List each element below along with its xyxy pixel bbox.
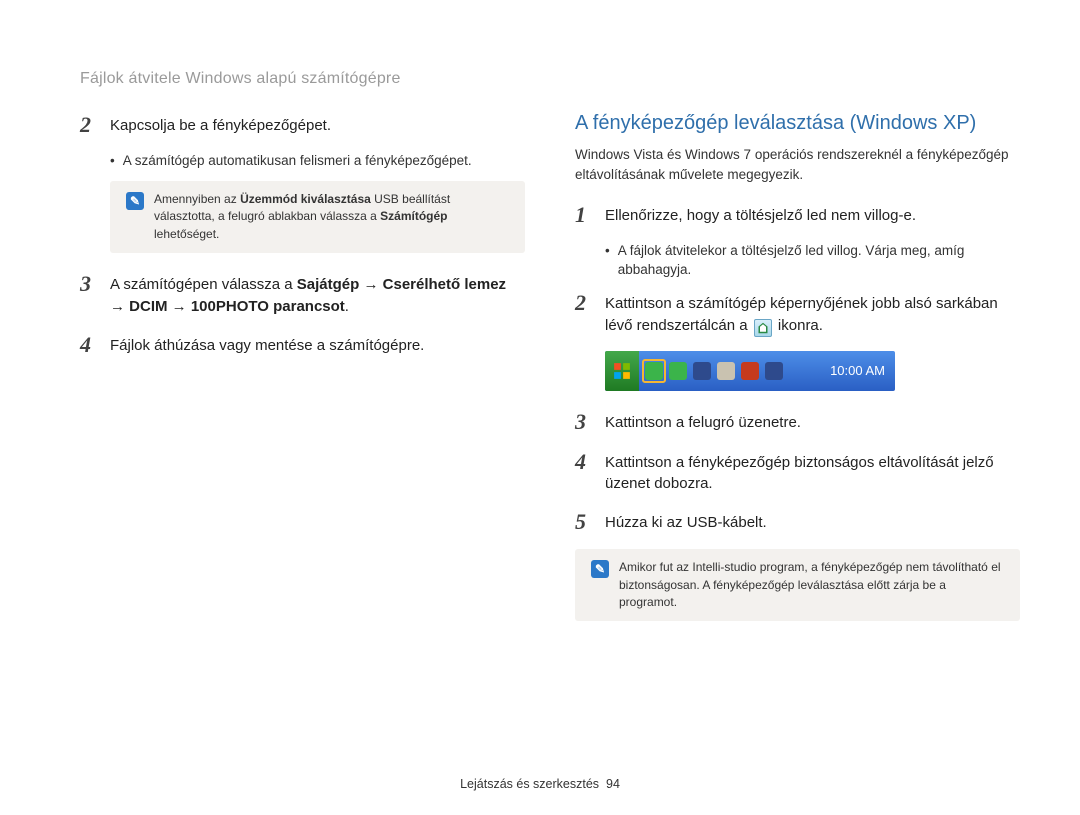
step-text: A számítógépen válassza a Sajátgép → Cse… xyxy=(110,271,525,318)
step-number: 3 xyxy=(80,271,102,318)
note-intelli-studio: ✎ Amikor fut az Intelli-studio program, … xyxy=(575,549,1020,621)
tray-icon xyxy=(765,362,783,380)
step-number: 4 xyxy=(575,449,597,496)
step-number: 2 xyxy=(575,290,597,337)
section-subtext: Windows Vista és Windows 7 operációs ren… xyxy=(575,145,1020,184)
left-column: 2 Kapcsolja be a fényképezőgépet. A szám… xyxy=(80,112,525,639)
left-step2-bullet: A számítógép automatikusan felismeri a f… xyxy=(110,152,525,171)
step-number: 4 xyxy=(80,332,102,358)
tray-icon xyxy=(717,362,735,380)
tray-icon xyxy=(669,362,687,380)
step-text: Kapcsolja be a fényképezőgépet. xyxy=(110,112,331,138)
step-text: Kattintson a fényképezőgép biztonságos e… xyxy=(605,449,1020,496)
tray-icon xyxy=(741,362,759,380)
right-step-2: 2 Kattintson a számítógép képernyőjének … xyxy=(575,290,1020,337)
step-text: Húzza ki az USB-kábelt. xyxy=(605,509,767,535)
safely-remove-icon xyxy=(754,319,772,337)
step-text: Ellenőrizze, hogy a töltésjelző led nem … xyxy=(605,202,916,228)
info-icon: ✎ xyxy=(126,192,144,210)
start-button xyxy=(605,351,639,391)
left-step-3: 3 A számítógépen válassza a Sajátgép → C… xyxy=(80,271,525,318)
info-icon: ✎ xyxy=(591,560,609,578)
page-footer: Lejátszás és szerkesztés 94 xyxy=(0,777,1080,791)
system-tray xyxy=(639,351,789,391)
note-text: Amennyiben az Üzemmód kiválasztása USB b… xyxy=(154,191,509,243)
windows-taskbar-screenshot: 10:00 AM xyxy=(605,351,895,391)
step-number: 5 xyxy=(575,509,597,535)
breadcrumb: Fájlok átvitele Windows alapú számítógép… xyxy=(80,70,1020,88)
note-usb-mode: ✎ Amennyiben az Üzemmód kiválasztása USB… xyxy=(110,181,525,253)
taskbar-clock: 10:00 AM xyxy=(830,351,895,391)
right-step-1: 1 Ellenőrizze, hogy a töltésjelző led ne… xyxy=(575,202,1020,228)
right-step-3: 3 Kattintson a felugró üzenetre. xyxy=(575,409,1020,435)
left-step-2: 2 Kapcsolja be a fényképezőgépet. xyxy=(80,112,525,138)
step-number: 1 xyxy=(575,202,597,228)
safely-remove-tray-icon xyxy=(645,362,663,380)
step-text: Kattintson a felugró üzenetre. xyxy=(605,409,801,435)
step-number: 2 xyxy=(80,112,102,138)
content-columns: 2 Kapcsolja be a fényképezőgépet. A szám… xyxy=(80,112,1020,639)
tray-icon xyxy=(693,362,711,380)
right-step-4: 4 Kattintson a fényképezőgép biztonságos… xyxy=(575,449,1020,496)
right-step1-bullet: A fájlok átvitelekor a töltésjelző led v… xyxy=(605,242,1020,280)
step-number: 3 xyxy=(575,409,597,435)
step-text: Kattintson a számítógép képernyőjének jo… xyxy=(605,290,1020,337)
left-step-4: 4 Fájlok áthúzása vagy mentése a számító… xyxy=(80,332,525,358)
note-text: Amikor fut az Intelli-studio program, a … xyxy=(619,559,1004,611)
right-step-5: 5 Húzza ki az USB-kábelt. xyxy=(575,509,1020,535)
right-column: A fényképezőgép leválasztása (Windows XP… xyxy=(575,112,1020,639)
section-heading: A fényképezőgép leválasztása (Windows XP… xyxy=(575,112,1020,135)
step-text: Fájlok áthúzása vagy mentése a számítógé… xyxy=(110,332,424,358)
